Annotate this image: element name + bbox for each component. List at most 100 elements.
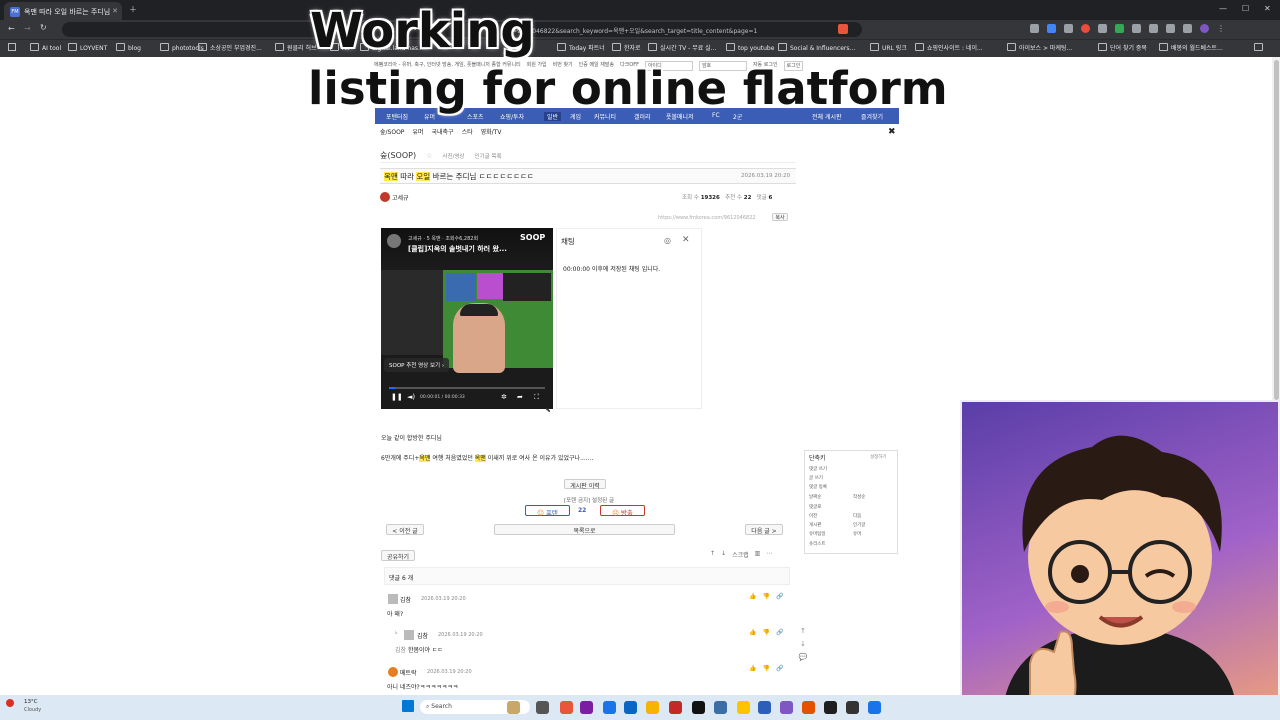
shortcut-settings-link[interactable]: 설정하기	[870, 454, 887, 460]
shortcut-item[interactable]: 다음	[853, 513, 861, 519]
comment-author[interactable]: 김참	[400, 595, 411, 604]
taskbar-app-icon[interactable]	[714, 701, 727, 714]
shortcut-item[interactable]: 댓글 쓰기	[809, 466, 827, 472]
taskbar-app-icon[interactable]	[603, 701, 616, 714]
taskbar-app-icon[interactable]	[580, 701, 593, 714]
extension-icon[interactable]	[1149, 24, 1158, 33]
sidebar-icon[interactable]	[1183, 24, 1192, 33]
shortcut-item[interactable]: 댓글로	[809, 504, 821, 510]
chat-settings-icon[interactable]: ◎	[664, 236, 671, 245]
share-button[interactable]: 공유하기	[381, 550, 415, 561]
scroll-down-icon[interactable]: ↓	[721, 550, 726, 562]
video-title[interactable]: [클립]지옥의 솔벗내기 하러 왔...	[408, 244, 507, 254]
extension-icon[interactable]	[1132, 24, 1141, 33]
browser-tab[interactable]: FM 옥맨 따라 오일 바르는 주디님 ✕	[4, 2, 122, 20]
apps-icon[interactable]	[8, 43, 16, 51]
taskbar-app-icon[interactable]	[646, 701, 659, 714]
pause-icon[interactable]: ❚❚	[391, 393, 403, 401]
bookmark-item[interactable]: LOYVENT	[68, 43, 107, 52]
menu-icon[interactable]: ⋮	[1217, 24, 1226, 33]
volume-icon[interactable]: ◄)	[407, 393, 415, 401]
shortcut-item[interactable]: 이전	[809, 513, 817, 519]
extension-icon[interactable]	[1064, 24, 1073, 33]
forward-icon[interactable]: →	[24, 24, 31, 33]
windows-start-icon[interactable]	[402, 700, 414, 712]
recommend-button[interactable]: SOOP 추천 영상 보기 ›	[384, 358, 450, 372]
taskbar-app-icon[interactable]	[624, 701, 637, 714]
taskbar-app-icon[interactable]	[868, 701, 881, 714]
taskbar-app-icon[interactable]	[536, 701, 549, 714]
more-icon[interactable]: ⋯	[766, 550, 772, 562]
go-top-icon[interactable]: ↑	[800, 627, 806, 635]
taskbar-app-icon[interactable]	[669, 701, 682, 714]
next-post-button[interactable]: 다음 글 >	[745, 524, 783, 535]
shortcut-item[interactable]: 게시판	[809, 522, 821, 528]
shortcut-item[interactable]: 글 쓰기	[809, 475, 823, 481]
extension-icon[interactable]	[1081, 24, 1090, 33]
comment-vote-icons[interactable]: 👍👎🔗	[749, 593, 789, 600]
subnav-humor[interactable]: 유머	[412, 127, 423, 139]
new-tab-icon[interactable]: ＋	[129, 4, 137, 15]
share-icon[interactable]: ➦	[517, 393, 523, 401]
taskbar-app-icon[interactable]	[780, 701, 793, 714]
fullscreen-icon[interactable]: ⛶	[534, 393, 539, 402]
bookmark-item[interactable]: AI tool	[30, 43, 61, 52]
settings-icon[interactable]: ✲	[501, 393, 507, 401]
profile-avatar[interactable]	[1200, 24, 1209, 33]
weather-temp[interactable]: 13°C	[24, 699, 38, 705]
taskbar-app-icon[interactable]	[737, 701, 750, 714]
comment-author[interactable]: 김참	[417, 631, 428, 640]
shortcut-item[interactable]: 유머	[853, 531, 861, 537]
bookmark-item[interactable]: blog	[116, 43, 141, 52]
report-button[interactable]: ☹ 방출	[600, 505, 645, 517]
taskbar-app-icon[interactable]	[507, 701, 520, 714]
taskbar-app-icon[interactable]	[692, 701, 705, 714]
video-player[interactable]: 고세규 · 5 옥맨 · 조회수6,282회 [클립]지옥의 솔벗내기 하러 왔…	[381, 228, 553, 409]
scrap-button[interactable]: 스크랩	[732, 550, 749, 562]
chat-close-icon[interactable]: ✕	[682, 235, 690, 245]
subnav-soop[interactable]: 숲/SOOP	[380, 127, 404, 139]
list-button[interactable]: 목록으로	[494, 524, 675, 535]
bookmark-item[interactable]: 단어 찾기 중복	[1098, 43, 1147, 52]
go-bottom-icon[interactable]: ↓	[800, 640, 806, 648]
shortcut-item[interactable]: 작성순	[853, 494, 865, 500]
poten-button[interactable]: ☺ 포텐	[525, 505, 570, 517]
extension-icon[interactable]	[1047, 24, 1056, 33]
taskbar-app-icon[interactable]	[560, 701, 573, 714]
comment-author[interactable]: 메트락	[400, 668, 417, 677]
minimize-icon[interactable]: —	[1219, 4, 1227, 13]
extension-icon[interactable]	[1166, 24, 1175, 33]
taskbar-app-icon[interactable]	[802, 701, 815, 714]
bookmark-item[interactable]: 아이보스 > 마케팅...	[1007, 43, 1072, 52]
prev-post-button[interactable]: < 이전 글	[386, 524, 424, 535]
bookmark-item[interactable]: 소상공인 부업경진...	[198, 43, 262, 52]
reload-icon[interactable]: ↻	[40, 23, 47, 32]
taskbar-app-icon[interactable]	[758, 701, 771, 714]
subnav-kfootball[interactable]: 국내축구	[431, 127, 453, 139]
comment-vote-icons[interactable]: 👍👎🔗	[749, 629, 789, 636]
shortcut-item[interactable]: 댓글 등록	[809, 484, 827, 490]
puzzle-icon[interactable]	[1030, 24, 1039, 33]
subnav-star[interactable]: 스타	[462, 127, 473, 139]
board-link-media[interactable]: 사진/영상	[442, 152, 464, 160]
taskbar-app-icon[interactable]	[846, 701, 859, 714]
scrollbar-thumb[interactable]	[1274, 60, 1279, 400]
shortcut-item[interactable]: 숏리스트	[809, 541, 826, 547]
subnav-movie[interactable]: 영화/TV	[481, 127, 502, 139]
close-tab-icon[interactable]: ✕	[112, 7, 118, 15]
board-link-popular[interactable]: 인기글 목록	[474, 152, 501, 160]
shortcut-item[interactable]: 인기글	[853, 522, 865, 528]
board-history-button[interactable]: 게시판 이력	[564, 479, 606, 490]
copy-link-button[interactable]: 복사	[772, 213, 788, 221]
video-progress[interactable]	[389, 387, 545, 389]
board-name[interactable]: 숲(SOOP)	[380, 150, 416, 161]
post-author[interactable]: 고세규	[392, 193, 409, 202]
taskbar-app-icon[interactable]	[824, 701, 837, 714]
chart-icon[interactable]: ▥	[755, 550, 761, 562]
shortcut-item[interactable]: 유머탑일	[809, 531, 826, 537]
extension-icon[interactable]	[1115, 24, 1124, 33]
bookmark-item[interactable]: 배봉의 월드베스트...	[1159, 43, 1223, 52]
close-icon[interactable]: ✖	[888, 127, 896, 137]
comment-icon[interactable]: 💬	[799, 653, 808, 661]
shortcut-item[interactable]: 날짜순	[809, 494, 821, 500]
